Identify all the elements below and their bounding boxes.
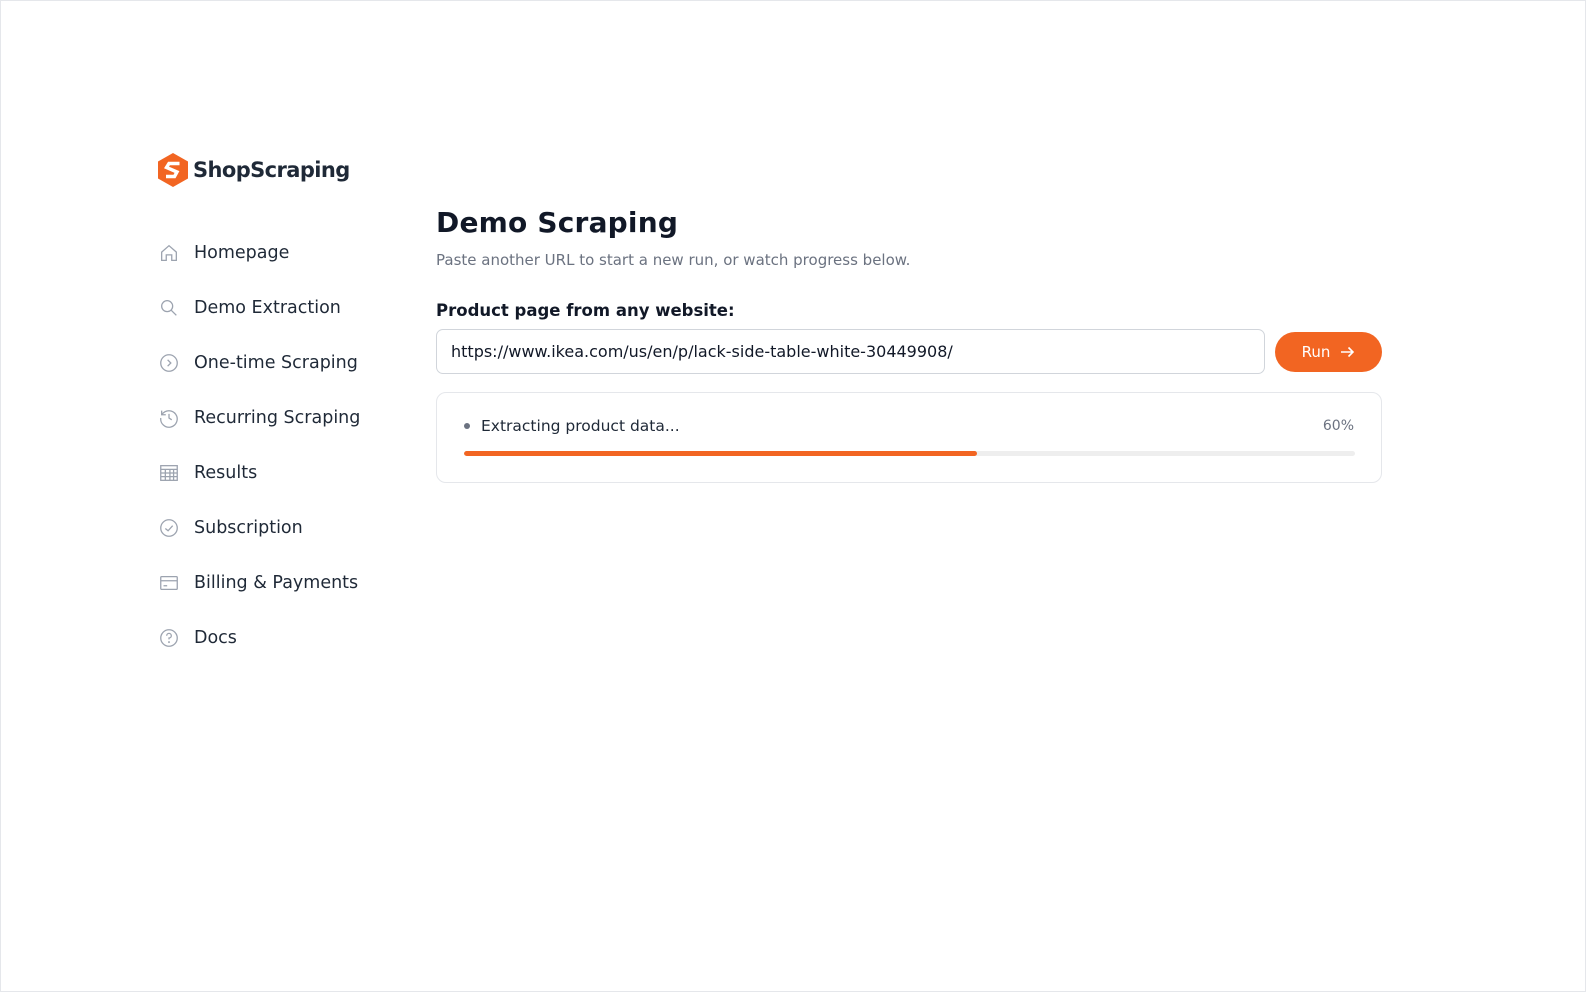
sidebar-item-results[interactable]: Results bbox=[157, 445, 397, 500]
sidebar-item-label: Homepage bbox=[194, 242, 290, 263]
sidebar-item-label: Recurring Scraping bbox=[194, 407, 361, 428]
check-circle-icon bbox=[157, 516, 181, 540]
sidebar-item-label: Subscription bbox=[194, 517, 303, 538]
progress-card: Extracting product data... 60% bbox=[436, 392, 1382, 483]
sidebar-item-label: One-time Scraping bbox=[194, 352, 358, 373]
brand-name: ShopScraping bbox=[193, 158, 350, 182]
credit-card-icon bbox=[157, 571, 181, 595]
table-icon bbox=[157, 461, 181, 485]
sidebar-item-subscription[interactable]: Subscription bbox=[157, 500, 397, 555]
arrow-right-icon bbox=[1341, 346, 1355, 357]
shopscraping-logo-icon bbox=[158, 153, 188, 187]
page-subtitle: Paste another URL to start a new run, or… bbox=[436, 251, 911, 269]
sidebar-item-label: Billing & Payments bbox=[194, 572, 359, 593]
main-content: Demo Scraping Paste another URL to start… bbox=[436, 206, 1382, 483]
brand-logo[interactable]: ShopScraping bbox=[157, 153, 350, 187]
url-input-row: Run bbox=[436, 329, 1382, 374]
progress-status-text: Extracting product data... bbox=[481, 417, 680, 435]
sidebar-item-one-time-scraping[interactable]: One-time Scraping bbox=[157, 335, 397, 390]
sidebar-item-homepage[interactable]: Homepage bbox=[157, 225, 397, 280]
page-title: Demo Scraping bbox=[436, 206, 679, 239]
progress-status: Extracting product data... bbox=[464, 417, 680, 435]
url-input[interactable] bbox=[436, 329, 1265, 374]
history-icon bbox=[157, 406, 181, 430]
sidebar-item-label: Demo Extraction bbox=[194, 297, 341, 318]
sidebar-item-demo-extraction[interactable]: Demo Extraction bbox=[157, 280, 397, 335]
progress-status-row: Extracting product data... 60% bbox=[464, 417, 1354, 435]
sidebar-item-recurring-scraping[interactable]: Recurring Scraping bbox=[157, 390, 397, 445]
status-dot-icon bbox=[464, 423, 470, 429]
sidebar-item-docs[interactable]: Docs bbox=[157, 610, 397, 665]
help-circle-icon bbox=[157, 626, 181, 650]
sidebar-nav: Homepage Demo Extraction One-time Scrapi… bbox=[157, 225, 397, 665]
url-field-label: Product page from any website: bbox=[436, 301, 735, 320]
sidebar-item-label: Results bbox=[194, 462, 258, 483]
sidebar-item-label: Docs bbox=[194, 627, 237, 648]
search-icon bbox=[157, 296, 181, 320]
run-button[interactable]: Run bbox=[1275, 331, 1382, 372]
progress-bar-fill bbox=[464, 451, 978, 456]
play-circle-icon bbox=[157, 351, 181, 375]
progress-percent: 60% bbox=[1322, 418, 1354, 434]
progress-bar bbox=[464, 451, 1355, 456]
home-icon bbox=[157, 241, 181, 265]
sidebar-item-billing-payments[interactable]: Billing & Payments bbox=[157, 555, 397, 610]
run-button-label: Run bbox=[1301, 342, 1331, 361]
